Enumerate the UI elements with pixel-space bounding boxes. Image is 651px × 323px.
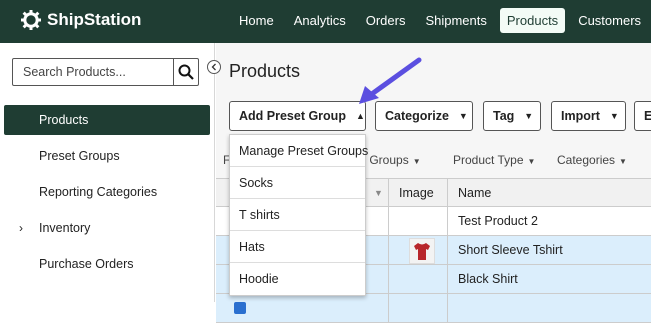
gear-logo-icon — [21, 10, 41, 30]
caret-down-icon: ▼ — [458, 111, 468, 121]
menu-item-hoodie[interactable]: Hoodie — [230, 263, 365, 295]
tag-button[interactable]: Tag ▼ — [483, 101, 541, 131]
table-row[interactable] — [216, 294, 651, 323]
brand-name: ShipStation — [47, 10, 142, 29]
search-input[interactable] — [13, 59, 173, 85]
sidebar-item-reporting-categories[interactable]: Reporting Categories — [4, 177, 210, 207]
caret-up-icon: ▲ — [355, 111, 365, 121]
filter-product-type-label: Product Type — [453, 153, 524, 167]
menu-item-manage-preset-groups[interactable]: Manage Preset Groups — [230, 135, 368, 167]
column-header-image[interactable]: Image — [399, 186, 434, 200]
filter-categories[interactable]: Categories ▼ — [557, 153, 627, 167]
nav-orders[interactable]: Orders — [359, 8, 413, 33]
product-thumbnail[interactable] — [409, 238, 435, 264]
sidebar-item-purchase-orders[interactable]: Purchase Orders — [4, 249, 210, 279]
product-name[interactable]: Black Shirt — [458, 272, 518, 286]
tag-label: Tag — [493, 109, 515, 123]
sidebar-item-inventory[interactable]: › Inventory — [4, 213, 210, 243]
column-divider — [388, 236, 389, 264]
collapse-sidebar-button[interactable] — [207, 60, 221, 74]
chevron-left-icon — [211, 63, 216, 71]
add-preset-group-label: Add Preset Group — [239, 109, 346, 123]
row-checkbox[interactable] — [234, 302, 246, 314]
search-box — [12, 58, 199, 86]
sidebar-item-inventory-label: Inventory — [39, 221, 91, 235]
sidebar-item-products[interactable]: Products — [4, 105, 210, 135]
import-button[interactable]: Import ▼ — [551, 101, 626, 131]
column-divider — [388, 294, 389, 322]
sidebar-item-preset-groups[interactable]: Preset Groups — [4, 141, 210, 171]
chevron-right-icon: › — [19, 221, 23, 235]
caret-down-icon: ▼ — [412, 157, 421, 166]
column-divider — [388, 265, 389, 293]
add-preset-group-button[interactable]: Add Preset Group ▲ — [229, 101, 366, 131]
sidebar: Products Preset Groups Reporting Categor… — [0, 43, 215, 302]
column-divider — [388, 207, 389, 235]
preset-group-dropdown: Manage Preset Groups Socks T shirts Hats… — [229, 134, 368, 296]
filter-categories-label: Categories — [557, 153, 616, 167]
categorize-label: Categorize — [385, 109, 449, 123]
column-divider — [447, 236, 448, 264]
column-divider — [447, 207, 448, 235]
nav-products[interactable]: Products — [499, 8, 566, 33]
menu-item-hats[interactable]: Hats — [230, 231, 365, 263]
menu-item-socks[interactable]: Socks — [230, 167, 365, 199]
column-divider — [447, 294, 448, 322]
caret-down-icon: ▼ — [619, 157, 627, 166]
brand-logo[interactable]: ShipStation — [21, 10, 141, 30]
menu-item-t-shirts[interactable]: T shirts — [230, 199, 365, 231]
annotation-arrow-icon — [359, 57, 422, 104]
column-divider — [388, 179, 389, 207]
column-divider — [447, 265, 448, 293]
nav-analytics[interactable]: Analytics — [287, 8, 353, 33]
top-navigation-bar: ShipStation Home Analytics Orders Shipme… — [0, 0, 651, 43]
caret-down-icon: ▼ — [609, 111, 619, 121]
search-icon — [178, 64, 194, 80]
column-header-name[interactable]: Name — [458, 186, 491, 200]
export-label: E — [644, 109, 651, 123]
nav-home[interactable]: Home — [232, 8, 281, 33]
search-button[interactable] — [173, 59, 198, 85]
import-label: Import — [561, 109, 600, 123]
page-title: Products — [229, 61, 301, 81]
main-nav: Home Analytics Orders Shipments Products… — [232, 8, 648, 33]
export-button[interactable]: E — [634, 101, 651, 131]
column-divider — [447, 179, 448, 207]
caret-down-icon: ▼ — [524, 111, 534, 121]
sort-caret-icon[interactable]: ▼ — [374, 188, 383, 198]
nav-customers[interactable]: Customers — [571, 8, 648, 33]
product-name[interactable]: Short Sleeve Tshirt — [458, 243, 563, 257]
tshirt-image — [414, 243, 430, 260]
nav-shipments[interactable]: Shipments — [418, 8, 493, 33]
caret-down-icon: ▼ — [527, 157, 536, 166]
filter-product-type[interactable]: Product Type ▼ — [453, 153, 535, 167]
product-name[interactable]: Test Product 2 — [458, 214, 538, 228]
